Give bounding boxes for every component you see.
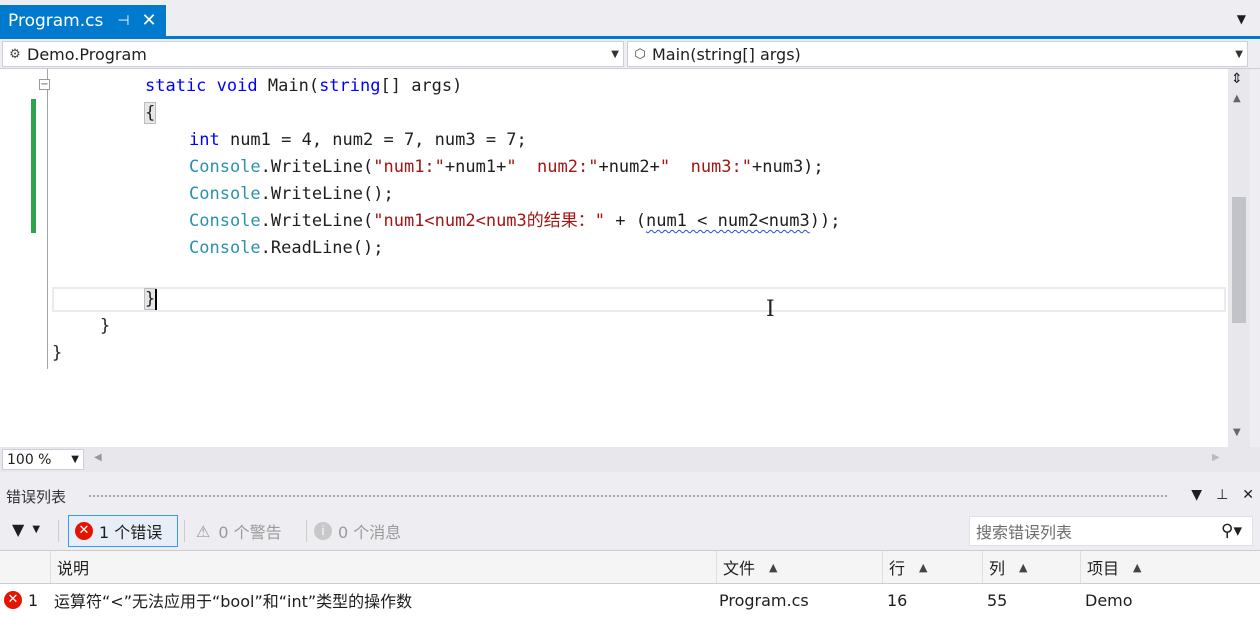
code-line-close-class: } bbox=[100, 316, 111, 336]
search-placeholder: 搜索错误列表 bbox=[976, 523, 1073, 542]
split-window-icon[interactable]: ⇕ bbox=[1231, 71, 1243, 87]
scroll-down-icon[interactable]: ▼ bbox=[1233, 427, 1241, 438]
chevron-down-icon: ▼ bbox=[32, 524, 41, 535]
column-header-icon[interactable] bbox=[0, 551, 50, 583]
navigation-bar: ⚙ Demo.Program ▼ ⬡ Main(string[] args) ▼ bbox=[0, 39, 1260, 69]
tab-overflow-dropdown-icon[interactable]: ▼ bbox=[1237, 12, 1246, 26]
search-icon[interactable]: ⚲▾ bbox=[1221, 521, 1242, 541]
code-line-close-method: } bbox=[143, 288, 157, 310]
column-header-column[interactable]: 列 ▲ bbox=[982, 551, 1080, 583]
pin-icon[interactable]: ⊣ bbox=[117, 13, 129, 29]
column-header-line[interactable]: 行 ▲ bbox=[882, 551, 982, 583]
toolbar-separator bbox=[58, 520, 59, 542]
row-line: 16 bbox=[887, 590, 908, 610]
error-squiggle: num1 < num2<num3 bbox=[645, 211, 810, 231]
error-list-toolbar: ▼ ▼ ✕ 1 个错误 ⚠ 0 个警告 i 0 个消息 搜索错误列表 ⚲▾ bbox=[0, 512, 1260, 550]
column-header-project[interactable]: 项目 ▲ bbox=[1080, 551, 1260, 583]
row-index: 1 bbox=[28, 590, 39, 610]
row-file: Program.cs bbox=[719, 590, 809, 610]
warning-icon: ⚠ bbox=[196, 521, 211, 541]
toolbar-separator bbox=[306, 520, 307, 542]
sort-ascending-icon: ▲ bbox=[1019, 560, 1028, 574]
column-header-description[interactable]: 说明 bbox=[50, 551, 716, 583]
ibeam-cursor-icon: I bbox=[766, 297, 775, 322]
code-line-print-1: Console.WriteLine("num1:"+num1+" num2:"+… bbox=[189, 157, 824, 177]
sort-ascending-icon: ▲ bbox=[1133, 560, 1142, 574]
zoom-level: 100 % bbox=[7, 451, 52, 468]
scroll-right-icon[interactable]: ▶ bbox=[1212, 452, 1220, 463]
change-tracking-bar bbox=[31, 99, 36, 233]
code-line-readline: Console.ReadLine(); bbox=[189, 238, 384, 258]
current-line-highlight bbox=[52, 287, 1226, 312]
table-empty-area bbox=[0, 618, 1260, 625]
chevron-down-icon: ▼ bbox=[71, 454, 79, 465]
tab-title: Program.cs bbox=[8, 10, 104, 31]
scroll-up-icon[interactable]: ▲ bbox=[1233, 93, 1241, 104]
error-list-title: 错误列表 bbox=[6, 487, 67, 506]
row-column: 55 bbox=[987, 590, 1008, 610]
error-table-header: 说明 文件 ▲ 行 ▲ 列 ▲ 项目 ▲ bbox=[0, 550, 1260, 584]
sort-ascending-icon: ▲ bbox=[769, 560, 778, 574]
window-edge bbox=[1250, 69, 1260, 447]
error-icon: ✕ bbox=[4, 591, 22, 609]
pin-icon[interactable]: ⊥ bbox=[1216, 487, 1228, 503]
class-scope-dropdown[interactable]: ⚙ Demo.Program ▼ bbox=[2, 41, 624, 67]
panel-splitter[interactable] bbox=[0, 472, 1260, 482]
document-tab-strip bbox=[0, 0, 1260, 36]
filter-icon: ▼ bbox=[12, 520, 25, 539]
text-caret bbox=[155, 289, 157, 310]
outline-margin-line bbox=[47, 69, 48, 369]
warnings-count-label: 0 个警告 bbox=[218, 523, 282, 542]
table-row[interactable]: ✕ 1 运算符“<”无法应用于“bool”和“int”类型的操作数 Program… bbox=[0, 584, 1260, 618]
zoom-and-hscroll-bar: 100 % ▼ ◀ ▶ bbox=[0, 447, 1260, 472]
filter-dropdown[interactable]: ▼ ▼ bbox=[12, 520, 40, 539]
collapse-toggle-icon[interactable]: − bbox=[39, 79, 50, 90]
zoom-dropdown[interactable]: 100 % ▼ bbox=[2, 449, 84, 470]
member-scope-label: Main(string[] args) bbox=[652, 44, 801, 64]
code-line-declaration: int num1 = 4, num2 = 7, num3 = 7; bbox=[189, 130, 527, 150]
column-header-file[interactable]: 文件 ▲ bbox=[716, 551, 882, 583]
code-line-close-namespace: } bbox=[52, 343, 63, 363]
errors-filter-button[interactable]: ✕ 1 个错误 bbox=[68, 515, 178, 547]
code-editor[interactable]: − static void Main(string[] args) { int … bbox=[0, 69, 1228, 447]
code-line-print-2: Console.WriteLine(); bbox=[189, 184, 394, 204]
error-icon: ✕ bbox=[75, 522, 93, 540]
messages-filter-button[interactable]: i 0 个消息 bbox=[314, 515, 426, 547]
class-scope-label: Demo.Program bbox=[27, 44, 147, 64]
scroll-left-icon[interactable]: ◀ bbox=[94, 452, 102, 463]
chevron-down-icon: ▼ bbox=[1235, 48, 1243, 60]
errors-count-label: 1 个错误 bbox=[99, 523, 163, 542]
row-project: Demo bbox=[1085, 590, 1133, 610]
member-scope-dropdown[interactable]: ⬡ Main(string[] args) ▼ bbox=[627, 41, 1248, 67]
chevron-down-icon: ▼ bbox=[611, 48, 619, 60]
panel-menu-icon[interactable]: ▼ bbox=[1191, 487, 1202, 503]
vertical-scrollbar[interactable]: ⇕ ▲ ▼ bbox=[1228, 69, 1250, 447]
method-icon: ⬡ bbox=[634, 46, 646, 62]
messages-count-label: 0 个消息 bbox=[338, 523, 402, 542]
tab-program-cs[interactable]: Program.cs ⊣ ✕ bbox=[0, 5, 166, 36]
scrollbar-thumb[interactable] bbox=[1232, 197, 1246, 323]
info-icon: i bbox=[314, 522, 332, 540]
close-icon[interactable]: ✕ bbox=[142, 10, 157, 31]
row-description: 运算符“<”无法应用于“bool”和“int”类型的操作数 bbox=[54, 592, 413, 611]
error-list-search-input[interactable]: 搜索错误列表 ⚲▾ bbox=[969, 516, 1253, 546]
sort-ascending-icon: ▲ bbox=[919, 560, 928, 574]
close-icon[interactable]: ✕ bbox=[1242, 487, 1254, 503]
warnings-filter-button[interactable]: ⚠ 0 个警告 bbox=[190, 515, 302, 547]
code-line-print-3: Console.WriteLine("num1<num2<num3的结果：" +… bbox=[189, 211, 841, 231]
code-line-main: static void Main(string[] args) bbox=[145, 76, 463, 96]
code-line-open-brace: { bbox=[143, 102, 157, 124]
class-icon: ⚙ bbox=[9, 46, 21, 62]
panel-title-buttons: ▼ ⊥ ✕ bbox=[1191, 487, 1254, 503]
panel-grip[interactable] bbox=[88, 494, 1168, 499]
toolbar-separator bbox=[184, 520, 185, 542]
